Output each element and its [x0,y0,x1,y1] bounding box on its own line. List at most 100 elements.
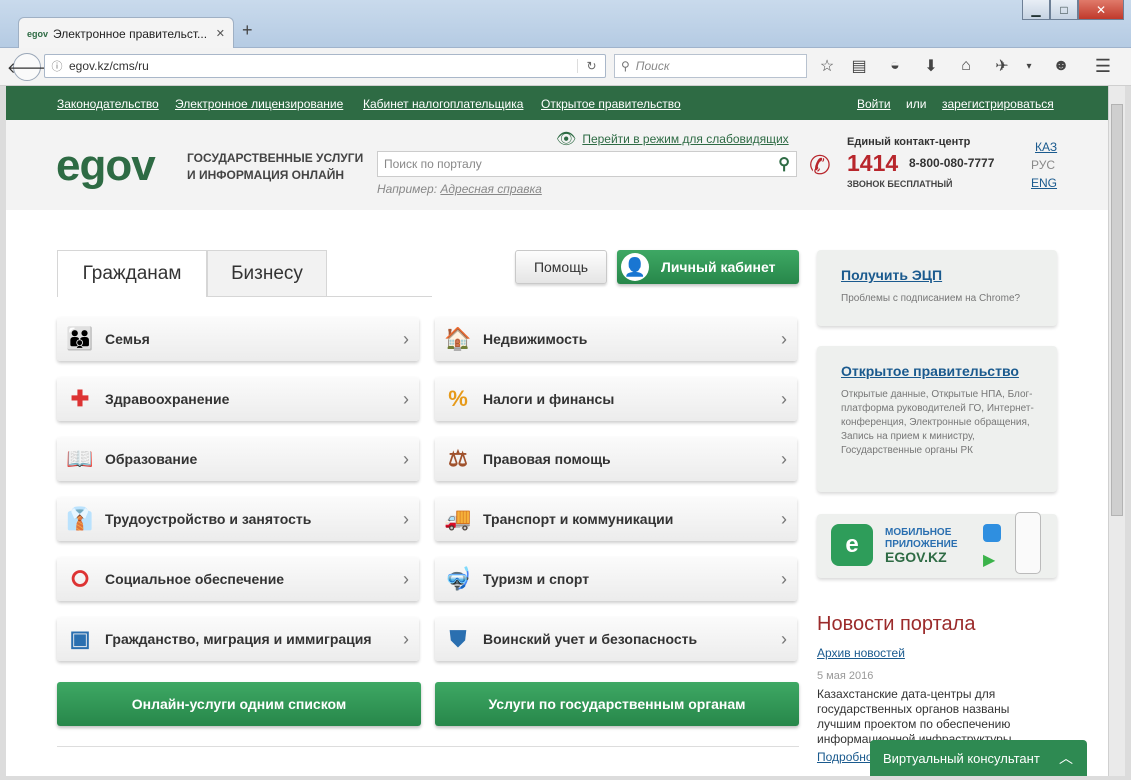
service-legal[interactable]: ⚖ Правовая помощь › [435,437,797,481]
news-text[interactable]: Казахстанские дата-центры для государств… [817,687,1027,747]
pocket-icon[interactable]: ◒ [884,55,906,77]
chevron-right-icon: › [781,628,787,649]
download-icon[interactable]: ⬇ [920,55,942,77]
nav-link-licensing[interactable]: Электронное лицензирование [175,97,343,111]
search-icon[interactable]: ⚲ [778,154,790,174]
favicon-icon: egov [27,28,49,39]
service-label: Семья [105,331,150,347]
dropdown-icon[interactable]: ▾ [1018,55,1040,77]
open-gov-text: Открытые данные, Открытые НПА, Блог-плат… [841,389,1034,456]
smiley-icon[interactable]: ☻ [1050,55,1072,77]
search-icon: ⚲ [621,59,630,73]
online-list-button[interactable]: Онлайн-услуги одним списком [57,682,421,726]
home-icon[interactable]: ⌂ [955,55,977,77]
tab-close-icon[interactable]: ✕ [216,27,225,40]
tagline-line-1: ГОСУДАРСТВЕННЫЕ УСЛУГИ [187,151,364,165]
news-more-link[interactable]: Подробно [817,750,873,764]
chevron-right-icon: › [403,628,409,649]
tab-citizens[interactable]: Гражданам [57,250,207,297]
app-caption: МОБИЛЬНОЕ ПРИЛОЖЕНИЕ EGOV.KZ [885,527,958,565]
tabs-divider [327,296,432,297]
register-link[interactable]: зарегистрироваться [942,97,1054,111]
url-bar[interactable]: ⓘ egov.kz/cms/ru ↻ [44,54,606,78]
app-logo-icon: e [831,524,873,566]
service-taxes[interactable]: % Налоги и финансы › [435,377,797,421]
chevron-right-icon: › [781,568,787,589]
reading-list-icon[interactable]: ▤ [848,55,870,77]
page-viewport: Законодательство Электронное лицензирова… [6,86,1108,776]
login-link[interactable]: Войти [857,97,891,111]
shield-icon: ⛊ [449,626,467,651]
service-label: Здравоохранение [105,391,230,407]
service-label: Трудоустройство и занятость [105,511,312,527]
phone-icon: ✆ [809,150,831,180]
lang-rus: РУС [1031,158,1056,172]
tab-title: Электронное правительст... [53,26,208,41]
service-citizenship[interactable]: ▣ Гражданство, миграция и иммиграция › [57,617,419,661]
browser-search[interactable]: ⚲ Поиск [614,54,807,78]
consultant-label: Виртуальный консультант [883,750,1040,766]
user-icon: 👤 [621,253,649,281]
scrollbar-thumb[interactable] [1111,104,1123,516]
phone-short[interactable]: 1414 [847,150,898,177]
app-name: EGOV.KZ [885,549,947,565]
search-example: Например: Адресная справка [377,182,542,196]
service-realty[interactable]: 🏠 Недвижимость › [435,317,797,361]
phone-long[interactable]: 8-800-080-7777 [909,156,994,170]
mobile-app-banner[interactable]: e МОБИЛЬНОЕ ПРИЛОЖЕНИЕ EGOV.KZ ▶ [817,512,1057,578]
news-archive-link[interactable]: Архив новостей [817,646,905,660]
eds-link[interactable]: Получить ЭЦП [841,267,942,283]
tab-business[interactable]: Бизнесу [207,250,327,297]
example-link[interactable]: Адресная справка [440,182,541,196]
cabinet-button[interactable]: 👤 Личный кабинет [617,250,799,284]
open-gov-card: Открытое правительство Открытые данные, … [817,346,1057,492]
accessibility-link[interactable]: 👁 Перейти в режим для слабовидящих [556,129,789,149]
lifebuoy-icon: ⭘ [71,566,89,591]
service-family[interactable]: 👪 Семья › [57,317,419,361]
virtual-consultant-button[interactable]: Виртуальный консультант ︿ [870,740,1087,776]
by-agency-button[interactable]: Услуги по государственным органам [435,682,799,726]
new-tab-button[interactable]: + [242,20,253,41]
service-employment[interactable]: 👔 Трудоустройство и занятость › [57,497,419,541]
service-tourism[interactable]: 🤿 Туризм и спорт › [435,557,797,601]
service-label: Гражданство, миграция и иммиграция [105,631,372,647]
reload-icon[interactable]: ↻ [577,59,605,73]
contact-title: Единый контакт-центр [847,136,971,148]
open-gov-link[interactable]: Открытое правительство [841,363,1019,379]
close-window-button[interactable]: ✕ [1078,0,1124,20]
service-label: Социальное обеспечение [105,571,285,587]
help-button[interactable]: Помощь [515,250,607,284]
url-text: egov.kz/cms/ru [69,59,149,73]
maximize-button[interactable]: □ [1050,0,1078,20]
minimize-button[interactable]: ▁ [1022,0,1050,20]
nav-link-legislation[interactable]: Законодательство [57,97,159,111]
back-icon[interactable]: 🡐 [7,53,47,81]
nav-link-open-gov[interactable]: Открытое правительство [541,97,681,111]
tie-icon: 👔 [66,506,94,531]
service-military[interactable]: ⛊ Воинский учет и безопасность › [435,617,797,661]
service-transport[interactable]: 🚚 Транспорт и коммуникации › [435,497,797,541]
egov-logo[interactable]: egov [56,144,156,188]
site-search-input[interactable]: Поиск по порталу ⚲ [377,151,797,177]
service-social[interactable]: ⭘ Социальное обеспечение › [57,557,419,601]
lang-kaz[interactable]: КАЗ [1035,140,1057,154]
browser-search-placeholder: Поиск [635,59,670,73]
browser-tab[interactable]: egov Электронное правительст... ✕ [18,17,234,49]
percent-icon: % [448,386,468,411]
book-icon: 📖 [66,446,94,471]
passport-icon: ▣ [69,626,91,651]
scales-icon: ⚖ [448,446,468,471]
google-play-icon: ▶ [983,552,996,569]
service-education[interactable]: 📖 Образование › [57,437,419,481]
bookmark-star-icon[interactable]: ☆ [816,55,838,77]
page-scrollbar[interactable] [1108,86,1125,776]
lang-eng[interactable]: ENG [1031,176,1057,190]
eds-text: Проблемы с подписанием на Chrome? [841,293,1021,304]
nav-link-taxpayer[interactable]: Кабинет налогоплательщика [363,97,523,111]
menu-icon[interactable]: ☰ [1092,55,1114,77]
tagline-line-2: И ИНФОРМАЦИЯ ОНЛАЙН [187,168,345,182]
extension-icon[interactable]: ✈ [991,55,1013,77]
service-health[interactable]: ✚ Здравоохранение › [57,377,419,421]
example-label: Например: [377,182,438,196]
tagline: ГОСУДАРСТВЕННЫЕ УСЛУГИ И ИНФОРМАЦИЯ ОНЛА… [187,150,363,184]
